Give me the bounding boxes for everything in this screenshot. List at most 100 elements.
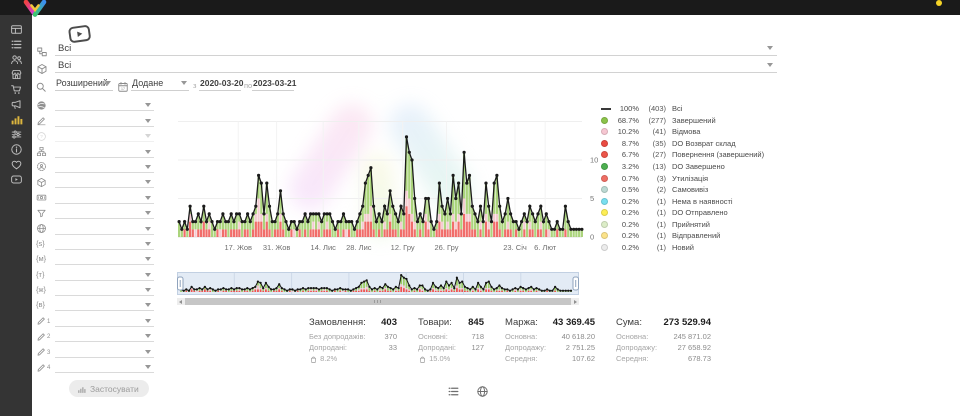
filter-dropdown[interactable]	[55, 146, 154, 158]
filter-row-brace-12[interactable]: {ж}	[36, 281, 154, 296]
scroll-right-icon[interactable]	[574, 300, 577, 304]
date-from-input[interactable]: 2020-03-20	[199, 77, 241, 91]
filter-row-pencil-3[interactable]: 3	[36, 342, 154, 357]
legend-dot-swatch	[601, 186, 608, 193]
legend-count: (2)	[639, 185, 666, 194]
cart-icon	[10, 83, 23, 96]
filter-row-pencil-2[interactable]: 2	[36, 327, 154, 342]
filter-row-brace-11[interactable]: {т}	[36, 265, 154, 280]
globe-wire-icon	[36, 223, 53, 235]
filter-dropdown[interactable]	[55, 161, 154, 173]
svg-text:17: 17	[121, 87, 125, 91]
apply-button[interactable]: Застосувати	[69, 380, 149, 397]
scrollbar-grip	[374, 300, 383, 303]
filter-dropdown[interactable]	[55, 299, 154, 311]
search-mode-value: Розширений	[56, 78, 108, 88]
sidebar-item-dashboard[interactable]	[0, 22, 32, 37]
filter-row-signature-pen[interactable]	[36, 111, 154, 126]
pencil-icon: 3	[36, 346, 53, 358]
chevron-down-icon	[145, 242, 151, 246]
legend-count: (1)	[639, 220, 666, 229]
filter-dropdown[interactable]	[55, 330, 154, 342]
filter-row-badge-dotted[interactable]	[36, 158, 154, 173]
filter-row-banknote[interactable]	[36, 188, 154, 203]
sidebar-item-orders[interactable]	[0, 37, 32, 52]
filter-row-globe-wire[interactable]	[36, 219, 154, 234]
filter-dropdown[interactable]	[55, 315, 154, 327]
video-tutorial-icon[interactable]	[65, 19, 93, 39]
filter-row-sitemap[interactable]	[36, 142, 154, 157]
legend-item[interactable]: 0.5%(2)Самовивіз	[601, 184, 787, 196]
legend-item[interactable]: 0.2%(1)Відправлений	[601, 230, 787, 242]
legend-item[interactable]: 0.7%(3)Утилізація	[601, 172, 787, 184]
marketing-icon	[10, 98, 23, 111]
legend-item[interactable]: 6.7%(27)Повернення (завершений)	[601, 149, 787, 161]
filter-dropdown[interactable]	[55, 115, 154, 127]
chart-range-navigator[interactable]	[177, 272, 579, 301]
filter-dropdown[interactable]	[55, 361, 154, 373]
legend-item[interactable]: 0.2%(1)Прийнятий	[601, 218, 787, 230]
legend-item[interactable]: 8.7%(35)DO Возврат склад	[601, 138, 787, 150]
filter-row-brace-13[interactable]: {в}	[36, 296, 154, 311]
filter-row-funnel[interactable]	[36, 204, 154, 219]
filter-row-cube[interactable]	[36, 173, 154, 188]
settings-icon	[10, 128, 23, 141]
legend-dot-swatch	[601, 151, 608, 158]
legend-percent: 100%	[611, 104, 639, 113]
filter-dropdown[interactable]	[55, 207, 154, 219]
filter-row-brace-10[interactable]: {м}	[36, 250, 154, 265]
sidebar-item-store[interactable]	[0, 67, 32, 82]
orders-statistics-chart[interactable]: 051017. Жов31. Жов14. Лис28. Лис12. Гру2…	[172, 92, 602, 265]
filter-dropdown[interactable]	[55, 284, 154, 296]
pencil-icon: 1	[36, 315, 53, 327]
scroll-left-icon[interactable]	[179, 300, 182, 304]
sidebar-item-video[interactable]	[0, 172, 32, 187]
products-filter-select[interactable]: Всі	[55, 59, 777, 73]
filter-dropdown[interactable]	[55, 176, 154, 188]
legend-count: (1)	[639, 197, 666, 206]
filter-row-globe-solid[interactable]	[36, 96, 154, 111]
sidebar-item-clients[interactable]	[0, 52, 32, 67]
chart-scrollbar[interactable]	[177, 298, 579, 305]
sidebar-item-cart[interactable]	[0, 82, 32, 97]
sidebar-item-settings[interactable]	[0, 127, 32, 142]
legend-item[interactable]: 68.7%(277)Завершений	[601, 115, 787, 127]
stats-subrow: Основна:40 618.20	[505, 331, 595, 342]
svg-text:0: 0	[590, 233, 594, 242]
scrollbar-thumb[interactable]	[185, 298, 571, 305]
app-logo-icon[interactable]	[23, 0, 47, 17]
filter-dropdown[interactable]	[55, 223, 154, 235]
bag-icon	[418, 354, 427, 363]
legend-item[interactable]: 10.2%(41)Відмова	[601, 126, 787, 138]
filter-row-pencil-4[interactable]: 4	[36, 358, 154, 373]
filter-dropdown[interactable]	[55, 130, 154, 142]
legend-item[interactable]: 0.2%(1)Новий	[601, 242, 787, 254]
legend-item[interactable]: 0.2%(1)Нема в наявності	[601, 195, 787, 207]
search-mode-select[interactable]: Розширений	[55, 77, 113, 91]
filter-row-brace-9[interactable]: {s}	[36, 235, 154, 250]
sidebar-item-support[interactable]	[0, 157, 32, 172]
legend-count: (277)	[639, 116, 666, 125]
filter-dropdown[interactable]	[55, 346, 154, 358]
filter-dropdown[interactable]	[55, 238, 154, 250]
legend-item[interactable]: 3.2%(13)DO Завершено	[601, 161, 787, 173]
filter-dropdown[interactable]	[55, 192, 154, 204]
legend-item[interactable]: 0.2%(1)DO Отправлено	[601, 207, 787, 219]
filter-dropdown[interactable]	[55, 269, 154, 281]
chevron-down-icon	[145, 303, 151, 307]
sidebar-item-marketing[interactable]	[0, 97, 32, 112]
cube-view-icon[interactable]	[476, 383, 489, 396]
status-filter-select[interactable]: Всі	[55, 42, 777, 56]
list-view-icon[interactable]	[447, 383, 460, 396]
filter-dropdown[interactable]	[55, 99, 154, 111]
filter-dropdown[interactable]	[55, 253, 154, 265]
legend-item[interactable]: 100%(403)Всі	[601, 103, 787, 115]
filter-row-pencil-1[interactable]: 1	[36, 311, 154, 326]
filter-row-circle-disabled[interactable]: ?	[36, 127, 154, 142]
stats-subrow: Допродажу:27 658.92	[616, 342, 711, 353]
chevron-down-icon	[145, 365, 151, 369]
date-field-select[interactable]: Додане	[131, 77, 189, 91]
date-to-input[interactable]: 2023-03-21	[252, 77, 294, 91]
sidebar-item-info[interactable]	[0, 142, 32, 157]
sidebar-item-statistics[interactable]	[0, 112, 32, 127]
